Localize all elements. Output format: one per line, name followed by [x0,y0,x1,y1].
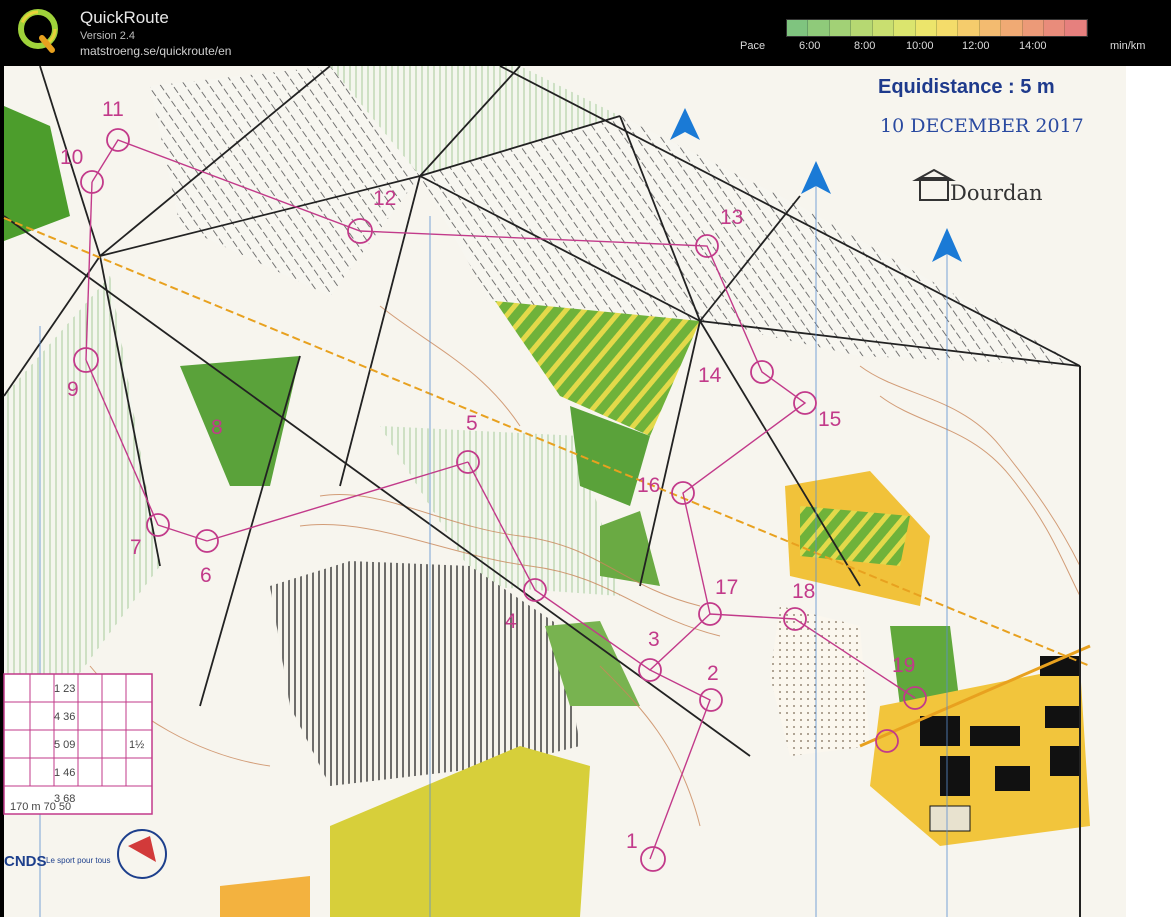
control-label: 15 [818,408,841,431]
pace-tick: 8:00 [854,40,876,52]
control-label: 8 [211,416,223,439]
map-viewport[interactable]: 1 2 3 4 5 6 7 8 9 10 11 12 13 14 15 16 1… [0,66,1171,917]
table-side-note: 1½ [129,739,144,751]
control-label: 19 [892,654,915,677]
control-label: 6 [200,564,212,587]
pace-color-cell [1044,20,1066,36]
pace-label: Pace [740,40,766,52]
pace-color-cell [829,20,852,36]
control-label: 7 [130,536,142,559]
pace-color-cell [915,20,937,36]
pace-color-cell [787,20,809,36]
pace-color-cell [808,20,830,36]
control-description-table: 1 23 4 36 5 09 1 46 3 68 1½ 170 m 70 50 [3,673,153,815]
map-margin [1126,66,1171,917]
control-label: 16 [637,474,660,497]
control-label: 18 [792,580,815,603]
table-row: 1 23 [54,683,75,695]
control-label: 3 [648,628,660,651]
app-version: Version 2.4 [80,30,136,42]
pace-color-cell [1001,20,1023,36]
orienteering-map[interactable]: 1 2 3 4 5 6 7 8 9 10 11 12 13 14 15 16 1… [0,66,1171,917]
pace-color-cell [958,20,980,36]
cnds-logo: CNDS [4,853,47,870]
app-header: QuickRoute Version 2.4 matstroeng.se/qui… [0,0,1171,66]
control-label: 11 [102,98,124,121]
pace-color-cell [872,20,895,36]
pace-tick: 12:00 [962,40,990,52]
control-label: 17 [715,576,738,599]
control-label: 14 [698,364,722,387]
control-label: 4 [505,610,517,633]
brand-label: Dourdan [950,181,1043,205]
control-label: 12 [373,187,396,210]
table-footer: 170 m 70 50 [10,801,71,813]
quickroute-logo-icon [18,9,58,53]
pace-color-scale [786,19,1088,37]
pace-color-cell [1065,20,1087,36]
pace-color-cell [979,20,1002,36]
pace-tick: 10:00 [906,40,934,52]
map-open-land [770,606,870,756]
table-row: 1 46 [54,767,75,779]
table-row: 5 09 [54,739,75,751]
table-row: 4 36 [54,711,75,723]
date-note: 10 DECEMBER 2017 [880,115,1084,137]
app-title: QuickRoute [80,8,169,27]
pace-tick: 14:00 [1019,40,1047,52]
pace-color-cell [936,20,959,36]
equidistance-label: Equidistance : 5 m [878,76,1055,98]
control-label: 13 [720,206,743,229]
app-url-link[interactable]: matstroeng.se/quickroute/en [80,44,231,58]
control-label: 9 [67,378,79,401]
control-label: 5 [466,412,478,435]
control-label: 2 [707,662,719,685]
pace-color-cell [894,20,916,36]
cnds-logo-sub: Le sport pour tous [46,856,110,865]
control-label: 1 [626,830,638,853]
pace-color-cell [1022,20,1045,36]
pace-color-cell [851,20,873,36]
pace-tick: 6:00 [799,40,821,52]
control-label: 10 [60,146,83,169]
pace-unit: min/km [1110,40,1146,52]
